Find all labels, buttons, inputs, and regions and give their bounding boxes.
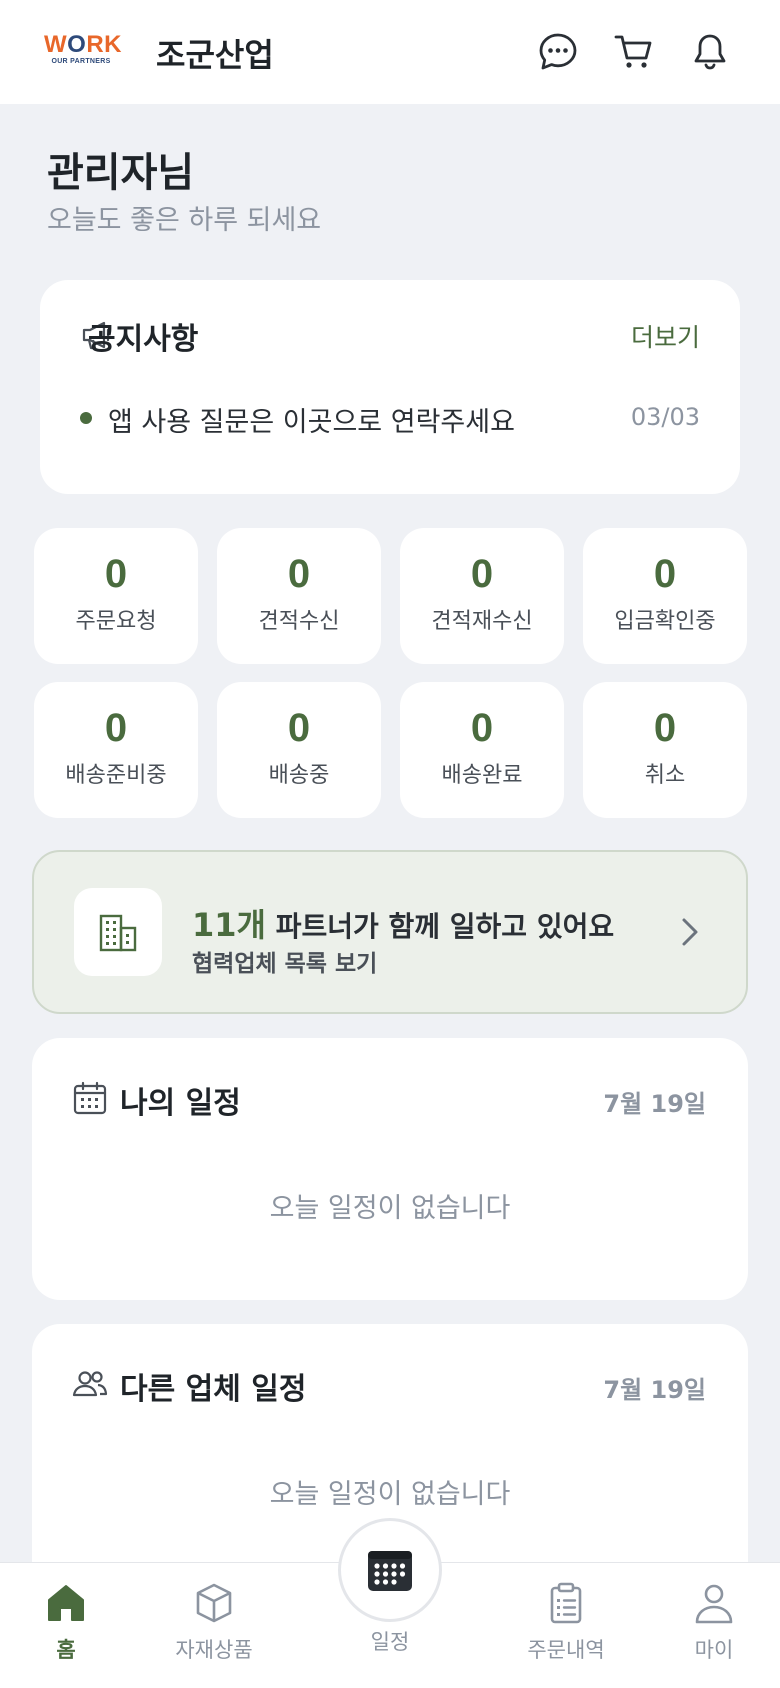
stat-quote-re-received[interactable]: 0 견적재수신: [400, 528, 564, 664]
notice-item[interactable]: 앱 사용 질문은 이곳으로 연락주세요: [108, 400, 515, 439]
stat-value: 0: [287, 706, 311, 750]
nav-materials-label: 자재상품: [175, 1638, 253, 1662]
notice-bullet: [80, 412, 92, 424]
stat-label: 배송중: [268, 763, 330, 788]
nav-home[interactable]: 홈: [6, 1582, 126, 1664]
other-schedule-title: 다른 업체 일정: [120, 1372, 307, 1407]
partner-banner[interactable]: 11개 파트너가 함께 일하고 있어요 협력업체 목록 보기: [32, 850, 748, 1014]
box-icon: [196, 1583, 232, 1623]
stat-value: 0: [653, 552, 677, 596]
other-schedule-empty: 오늘 일정이 없습니다: [269, 1479, 511, 1510]
stat-preparing-shipment[interactable]: 0 배송준비중: [34, 682, 198, 818]
nav-home-label: 홈: [56, 1638, 76, 1662]
stat-value: 0: [470, 552, 494, 596]
chat-icon[interactable]: [536, 30, 580, 74]
building-icon: [74, 888, 162, 976]
nav-orders[interactable]: 주문내역: [506, 1582, 626, 1664]
stat-quote-received[interactable]: 0 견적수신: [217, 528, 381, 664]
notice-item-date: 03/03: [630, 403, 700, 431]
cart-icon[interactable]: [612, 30, 656, 74]
stat-label: 주문요청: [75, 609, 157, 634]
app-header: WORK OUR PARTNERS 조군산업: [0, 0, 780, 104]
clipboard-icon: [550, 1582, 582, 1624]
partner-count: 11개: [192, 906, 266, 944]
nav-orders-label: 주문내역: [527, 1638, 605, 1662]
stat-cancelled[interactable]: 0 취소: [583, 682, 747, 818]
partner-count-text: 11개 파트너가 함께 일하고 있어요: [192, 900, 614, 946]
stat-payment-checking[interactable]: 0 입금확인중: [583, 528, 747, 664]
calendar-icon: [72, 1080, 108, 1120]
stat-label: 배송준비중: [65, 763, 167, 788]
stat-order-request[interactable]: 0 주문요청: [34, 528, 198, 664]
notice-title: 공지사항: [88, 322, 199, 357]
home-icon: [48, 1585, 84, 1621]
stat-label: 견적재수신: [431, 609, 533, 634]
work-logo[interactable]: WORK OUR PARTNERS: [44, 32, 124, 72]
greeting-sub: 오늘도 좋은 하루 되세요: [47, 205, 322, 236]
partner-text: 파트너가 함께 일하고 있어요: [265, 910, 615, 943]
stat-label: 취소: [644, 763, 686, 788]
nav-schedule-button[interactable]: [338, 1518, 442, 1622]
nav-my-label: 마이: [694, 1638, 734, 1662]
stat-label: 입금확인중: [614, 609, 716, 634]
bell-icon[interactable]: [688, 30, 732, 74]
chevron-right-icon: [678, 912, 702, 956]
calendar-icon: [368, 1551, 412, 1591]
brand-name: 조군산업: [156, 36, 274, 74]
my-schedule-title: 나의 일정: [120, 1086, 241, 1121]
stat-label: 견적수신: [258, 609, 340, 634]
other-schedule-date: 7월 19일: [603, 1376, 706, 1404]
users-icon: [72, 1366, 108, 1406]
stat-label: 배송완료: [441, 763, 523, 788]
stat-delivered[interactable]: 0 배송완료: [400, 682, 564, 818]
logo-word: WORK: [44, 31, 122, 58]
notice-card: [40, 280, 740, 494]
stat-value: 0: [653, 706, 677, 750]
stat-value: 0: [104, 706, 128, 750]
nav-materials[interactable]: 자재상품: [154, 1582, 274, 1664]
stat-value: 0: [104, 552, 128, 596]
notice-more-link[interactable]: 더보기: [631, 318, 700, 354]
stat-shipping[interactable]: 0 배송중: [217, 682, 381, 818]
user-icon: [695, 1584, 733, 1624]
stat-value: 0: [287, 552, 311, 596]
stat-value: 0: [470, 706, 494, 750]
nav-my[interactable]: 마이: [654, 1582, 774, 1664]
my-schedule-date: 7월 19일: [603, 1090, 706, 1118]
my-schedule-empty: 오늘 일정이 없습니다: [269, 1193, 511, 1224]
greeting-name: 관리자님: [47, 150, 195, 196]
partner-list-link[interactable]: 협력업체 목록 보기: [192, 944, 377, 978]
logo-sub: OUR PARTNERS: [51, 58, 111, 65]
nav-schedule-label: 일정: [370, 1630, 410, 1654]
